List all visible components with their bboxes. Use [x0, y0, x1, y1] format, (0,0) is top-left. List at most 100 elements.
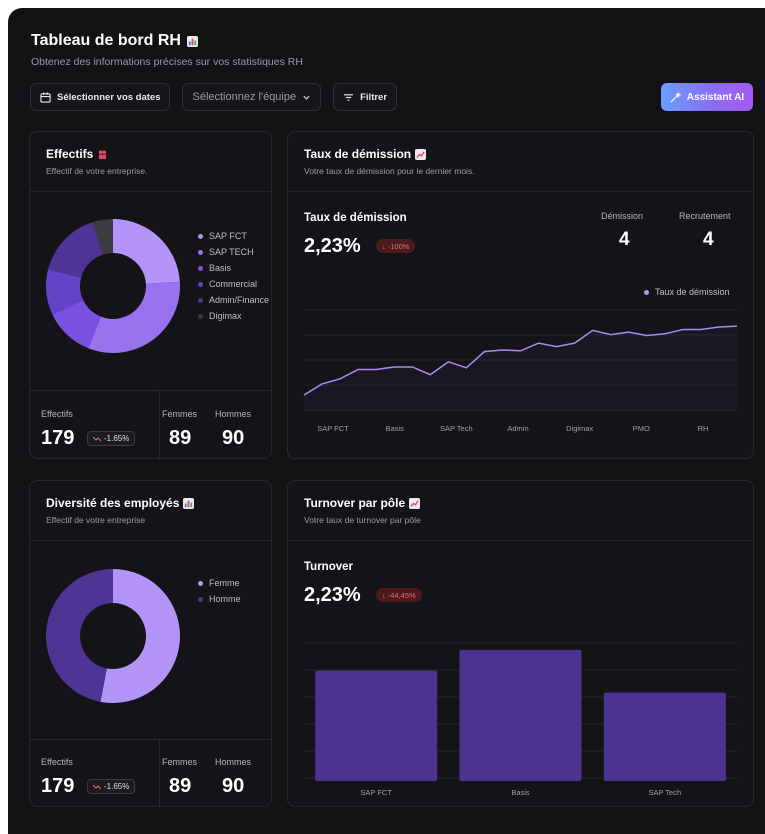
demission-metric-value: 2,23% — [304, 235, 361, 257]
chart-emoji-icon — [186, 35, 198, 47]
legend-dot — [198, 249, 203, 255]
diversite-legend: Femme Homme — [198, 575, 241, 607]
team-select[interactable]: Sélectionnez l'équipe — [182, 83, 322, 111]
demission-count-label: Démission — [601, 211, 644, 221]
diversite-donut-chart — [45, 569, 180, 703]
legend-item: Digimax — [198, 308, 269, 324]
effectifs-subtitle: Effectif de votre entreprise. — [46, 166, 148, 176]
legend-dot — [198, 313, 203, 319]
hommes-value: 90 — [222, 427, 245, 449]
legend-item: SAP FCT — [198, 228, 269, 244]
legend-label: Commercial — [209, 279, 258, 289]
legend-dot — [198, 281, 203, 287]
change-badge: -1.65% — [87, 431, 136, 446]
chevron-down-icon — [303, 95, 310, 100]
effectifs-donut-chart — [46, 219, 181, 353]
legend-label: Homme — [209, 594, 241, 604]
legend-dot — [198, 297, 203, 303]
legend-item: Commercial — [198, 276, 269, 292]
hommes-label: Hommes — [215, 409, 252, 419]
x-tick-label: Basis — [511, 788, 530, 797]
ai-assistant-label: Assistant AI — [686, 91, 745, 103]
legend-item: Homme — [198, 591, 241, 607]
diversite-title: Diversité des employés — [46, 496, 195, 510]
demission-subtitle: Votre taux de démission pour le dernier … — [304, 166, 475, 176]
arrow-down-icon: ↓ — [382, 590, 386, 600]
ai-assistant-button[interactable]: Assistant AI — [661, 83, 753, 111]
effectifs-legend: SAP FCT SAP TECH Basis Commercial Admin/… — [198, 228, 269, 324]
hommes-value: 90 — [222, 775, 245, 797]
legend-item: SAP TECH — [198, 244, 269, 260]
legend-label: Femme — [209, 578, 240, 588]
chart-emoji-icon — [183, 497, 195, 509]
people-emoji-icon — [99, 149, 107, 159]
effectifs-stat-value: 179 — [41, 775, 75, 797]
divider — [30, 390, 271, 391]
toolbar: Sélectionner vos dates Sélectionnez l'éq… — [30, 83, 398, 111]
legend-item: Basis — [198, 260, 269, 276]
x-tick-label: Basis — [385, 424, 404, 433]
x-tick-label: SAP FCT — [317, 424, 349, 433]
donut-slice — [45, 569, 113, 702]
demission-change-badge: ↓ -100% — [376, 239, 416, 253]
legend-dot — [198, 233, 203, 239]
filter-icon — [344, 93, 354, 101]
donut-slice — [48, 222, 103, 278]
diversite-card-header: Diversité des employés Effectif de votre… — [30, 481, 271, 541]
femmes-label: Femmes — [162, 757, 198, 767]
trend-down-icon — [93, 436, 101, 441]
femmes-value: 89 — [169, 775, 192, 797]
legend-dot — [198, 596, 203, 602]
turnover-card-header: Turnover par pôle Votre taux de turnover… — [288, 481, 753, 541]
effectifs-stat-value: 179 — [41, 427, 75, 449]
recrutement-value: 4 — [703, 229, 714, 250]
arrow-down-icon: ↓ — [382, 241, 386, 251]
turnover-subtitle: Votre taux de turnover par pôle — [304, 515, 421, 525]
turnover-change-badge: ↓ -44,45% — [376, 588, 422, 602]
donut-slice — [113, 219, 180, 284]
diversite-card: Diversité des employés Effectif de votre… — [29, 480, 272, 807]
x-tick-label: SAP FCT — [360, 788, 392, 797]
bar — [603, 692, 726, 781]
legend-label: Basis — [209, 263, 232, 273]
turnover-bar-chart: SAP FCT Basis SAP Tech — [304, 642, 737, 797]
divider — [30, 739, 271, 740]
legend-label: Digimax — [209, 311, 242, 321]
femmes-value: 89 — [169, 427, 192, 449]
trend-down-icon — [93, 784, 101, 789]
turnover-card: Turnover par pôle Votre taux de turnover… — [287, 480, 754, 807]
change-badge: -1.65% — [87, 779, 136, 794]
hommes-label: Hommes — [215, 757, 252, 767]
femmes-label: Femmes — [162, 409, 198, 419]
filter-button[interactable]: Filtrer — [333, 83, 398, 111]
donut-slice — [88, 281, 181, 353]
team-select-placeholder: Sélectionnez l'équipe — [192, 91, 297, 103]
turnover-metric-value: 2,23% — [304, 584, 361, 606]
turnover-metric-title: Turnover — [304, 561, 353, 573]
x-tick-label: Admin — [507, 424, 528, 433]
effectifs-card: Effectifs Effectif de votre entreprise. … — [29, 131, 272, 459]
legend-item: Femme — [198, 575, 241, 591]
date-picker-label: Sélectionner vos dates — [57, 91, 161, 103]
divider — [159, 739, 160, 806]
diversite-subtitle: Effectif de votre entreprise — [46, 515, 146, 525]
chart-up-emoji-icon — [415, 148, 427, 160]
magic-wand-icon — [670, 91, 681, 102]
demission-card-header: Taux de démission Votre taux de démissio… — [288, 132, 753, 192]
date-picker-button[interactable]: Sélectionner vos dates — [30, 83, 171, 111]
demission-count-value: 4 — [619, 229, 630, 250]
x-tick-label: SAP Tech — [648, 788, 681, 797]
bar — [315, 670, 438, 781]
calendar-icon — [40, 91, 51, 103]
effectifs-card-header: Effectifs Effectif de votre entreprise. — [30, 132, 271, 192]
demission-metric-title: Taux de démission — [304, 212, 407, 224]
divider — [159, 390, 160, 458]
legend-dot — [198, 265, 203, 271]
x-tick-label: PMO — [633, 424, 650, 433]
demission-line-chart: SAP FCT Basis SAP Tech Admin Digimax PMO RH — [303, 309, 738, 433]
turnover-title: Turnover par pôle — [304, 496, 421, 510]
dashboard-app: Tableau de bord RH Obtenez des informati… — [8, 8, 765, 834]
legend-item: Admin/Finance — [198, 292, 269, 308]
chart-up-emoji-icon — [409, 497, 421, 509]
effectifs-stat-label: Effectifs — [41, 757, 73, 767]
